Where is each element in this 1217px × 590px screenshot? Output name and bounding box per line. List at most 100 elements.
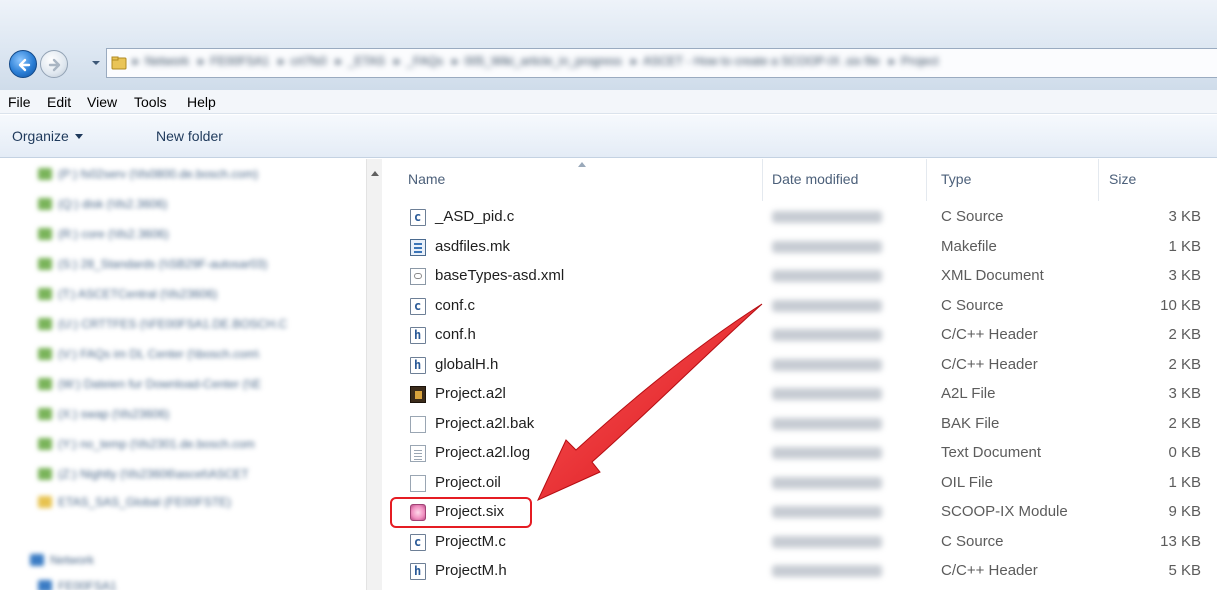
file-row[interactable]: Project.a2l.log Text Document 0 KB — [388, 439, 1217, 468]
network-drive-icon — [38, 408, 52, 420]
network-drive-icon — [38, 348, 52, 360]
file-date — [772, 388, 882, 400]
file-type: C Source — [941, 208, 1004, 225]
file-row[interactable]: asdfiles.mk Makefile 1 KB — [388, 233, 1217, 262]
nav-item-drive[interactable]: (V:) FAQs im DL Center (\\bosch.com\ — [38, 347, 259, 367]
file-type: SCOOP-IX Module — [941, 503, 1068, 520]
menu-file[interactable]: File — [8, 94, 31, 110]
file-date — [772, 270, 882, 282]
column-divider[interactable] — [926, 159, 927, 201]
file-date — [772, 359, 882, 371]
file-size: 10 KB — [1160, 297, 1201, 314]
c-source-icon: c — [410, 209, 426, 226]
folder-icon — [38, 496, 52, 508]
organize-label: Organize — [12, 128, 69, 144]
forward-button[interactable] — [40, 50, 68, 78]
file-row[interactable]: h globalH.h C/C++ Header 2 KB — [388, 351, 1217, 380]
nav-item-drive[interactable]: (U:) CRTTFES (\\FE00FSA1.DE.BOSCH.C — [38, 317, 287, 337]
command-toolbar: Organize New folder — [0, 115, 1217, 158]
file-type: C/C++ Header — [941, 562, 1038, 579]
column-header-size[interactable]: Size — [1109, 171, 1136, 187]
file-name: baseTypes-asd.xml — [435, 267, 565, 284]
file-row[interactable]: c ProjectM.c C Source 13 KB — [388, 528, 1217, 557]
column-header-type[interactable]: Type — [941, 171, 971, 187]
header-file-icon: h — [410, 327, 426, 344]
file-date — [772, 418, 882, 430]
file-row[interactable]: baseTypes-asd.xml XML Document 3 KB — [388, 262, 1217, 291]
menu-edit[interactable]: Edit — [47, 94, 71, 110]
file-name: _ASD_pid.c — [435, 208, 515, 225]
file-date — [772, 506, 882, 518]
nav-item-drive[interactable]: (P:) fs02serv (\\fs0800.de.bosch.com) — [38, 167, 258, 187]
file-type: XML Document — [941, 267, 1044, 284]
file-row[interactable]: Project.a2l.bak BAK File 2 KB — [388, 410, 1217, 439]
nav-item-drive[interactable]: (Y:) no_temp (\\fs2301.de.bosch.com — [38, 437, 255, 457]
file-size: 2 KB — [1168, 326, 1201, 343]
network-drive-icon — [38, 468, 52, 480]
file-row[interactable]: h ProjectM.h C/C++ Header 5 KB — [388, 557, 1217, 586]
nav-item-drive[interactable]: (X:) swap (\\fs23606) — [38, 407, 169, 427]
nav-item-drive[interactable]: (Q:) disk (\\fs2.3606) — [38, 197, 167, 217]
nav-item-drive[interactable]: (S:) 28_Standards (\\SB29F-autosar03) — [38, 257, 267, 277]
recent-pages-dropdown-icon[interactable] — [91, 58, 101, 68]
nav-item-drive[interactable]: (W:) Dateien fur Download-Center (\\E — [38, 377, 261, 397]
back-arrow-icon — [18, 58, 31, 72]
file-row[interactable]: c _ASD_pid.c C Source 3 KB — [388, 203, 1217, 232]
file-size: 1 KB — [1168, 238, 1201, 255]
computer-icon — [38, 580, 52, 590]
file-name: Project.a2l.log — [435, 444, 531, 461]
column-divider[interactable] — [762, 159, 763, 201]
folder-icon — [111, 56, 127, 70]
menu-view[interactable]: View — [87, 94, 117, 110]
nav-item-folder[interactable]: ETAS_SAS_Global (FE00FSTE) — [38, 495, 231, 515]
file-type: C/C++ Header — [941, 356, 1038, 373]
network-drive-icon — [38, 168, 52, 180]
file-row[interactable]: h conf.h C/C++ Header 2 KB — [388, 321, 1217, 350]
column-header-date[interactable]: Date modified — [772, 171, 858, 187]
file-date — [772, 329, 882, 341]
file-date — [772, 300, 882, 312]
nav-item-drive[interactable]: (Z:) Nightly (\\fs23606\ascet\ASCET — [38, 467, 249, 487]
file-name: asdfiles.mk — [435, 238, 511, 255]
nav-item-computer[interactable]: FE00FSA1 — [38, 579, 117, 590]
file-type: C Source — [941, 297, 1004, 314]
file-name: conf.h — [435, 326, 476, 343]
file-name: ProjectM.h — [435, 562, 507, 579]
network-drive-icon — [38, 318, 52, 330]
chevron-down-icon — [74, 134, 83, 139]
nav-item-network[interactable]: Network — [30, 553, 94, 573]
organize-button[interactable]: Organize — [12, 128, 83, 144]
file-row[interactable]: Project.oil OIL File 1 KB — [388, 469, 1217, 498]
file-row[interactable]: Project.a2l A2L File 3 KB — [388, 380, 1217, 409]
menu-bar: File Edit View Tools Help — [0, 90, 1217, 114]
file-size: 1 KB — [1168, 474, 1201, 491]
breadcrumb: ▸ Network ▸ FE00FSA1 ▸ crt7fs0 ▸ _ETAS ▸ _FAQ… — [133, 54, 939, 68]
file-type: C Source — [941, 533, 1004, 550]
file-name: conf.c — [435, 297, 476, 314]
menu-help[interactable]: Help — [187, 94, 216, 110]
back-button[interactable] — [9, 50, 37, 78]
network-drive-icon — [38, 258, 52, 270]
nav-pane-scrollbar[interactable] — [366, 159, 382, 590]
scroll-up-icon[interactable] — [371, 171, 379, 176]
file-size: 5 KB — [1168, 562, 1201, 579]
address-bar[interactable]: ▸ Network ▸ FE00FSA1 ▸ crt7fs0 ▸ _ETAS ▸ _FAQ… — [106, 48, 1217, 78]
header-file-icon: h — [410, 563, 426, 580]
file-type: A2L File — [941, 385, 996, 402]
file-size: 13 KB — [1160, 533, 1201, 550]
nav-item-drive[interactable]: (R:) core (\\fs2.3606) — [38, 227, 169, 247]
file-row[interactable]: c conf.c C Source 10 KB — [388, 292, 1217, 321]
column-header-name[interactable]: Name — [408, 171, 445, 187]
xml-document-icon — [410, 268, 426, 285]
menu-tools[interactable]: Tools — [134, 94, 167, 110]
column-divider[interactable] — [1098, 159, 1099, 201]
c-source-icon: c — [410, 298, 426, 315]
file-date — [772, 241, 882, 253]
navigation-bar: ▸ Network ▸ FE00FSA1 ▸ crt7fs0 ▸ _ETAS ▸ _FAQ… — [0, 0, 1217, 90]
network-icon — [30, 554, 44, 566]
nav-item-drive[interactable]: (T:) ASCETCentral (\\fs23606) — [38, 287, 217, 307]
network-drive-icon — [38, 288, 52, 300]
file-size: 3 KB — [1168, 267, 1201, 284]
a2l-file-icon — [410, 386, 426, 403]
new-folder-button[interactable]: New folder — [156, 128, 223, 144]
